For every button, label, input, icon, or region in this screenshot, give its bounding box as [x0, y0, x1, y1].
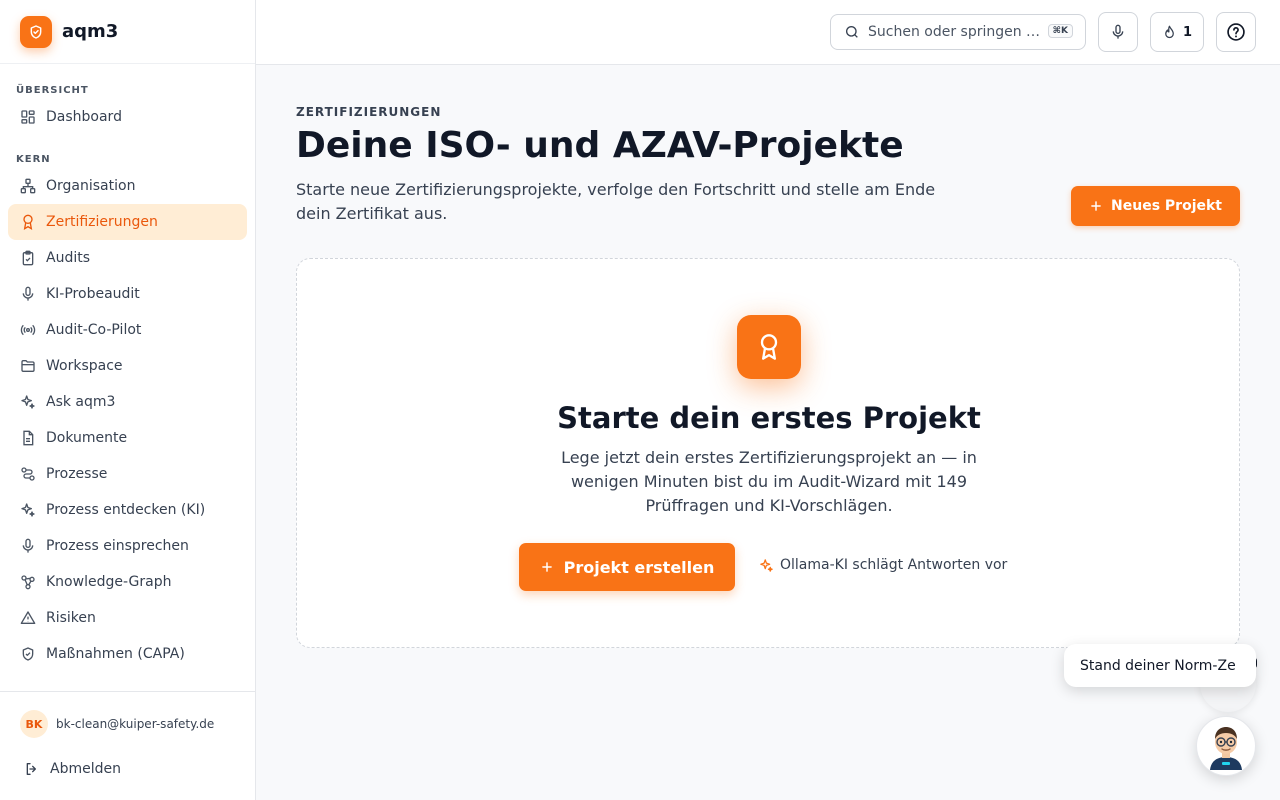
- sidebar-item-risiken[interactable]: Risiken: [8, 600, 247, 636]
- assistant-speech-bubble[interactable]: Stand deiner Norm-Ze: [1064, 644, 1256, 687]
- create-project-button[interactable]: Projekt erstellen: [519, 543, 735, 591]
- sidebar-item-label: Knowledge-Graph: [46, 574, 172, 590]
- award-icon: [20, 214, 36, 230]
- help-icon: [1226, 22, 1246, 42]
- org-chart-icon: [20, 178, 36, 194]
- sidebar-item-label: Audits: [46, 250, 91, 266]
- sidebar-nav: ÜBERSICHT Dashboard KERN Organisation Ze…: [0, 64, 255, 691]
- award-icon: [737, 315, 801, 379]
- sidebar-item-label: KI-Probeaudit: [46, 286, 140, 302]
- sidebar-item-ki-probeaudit[interactable]: KI-Probeaudit: [8, 276, 247, 312]
- plus-icon: [540, 560, 554, 574]
- sidebar: aqm3 ÜBERSICHT Dashboard KERN Organisati…: [0, 0, 256, 800]
- empty-state-text: Lege jetzt dein erstes Zertifizierungspr…: [561, 448, 977, 515]
- sidebar-item-workspace[interactable]: Workspace: [8, 348, 247, 384]
- logout-button[interactable]: Abmelden: [0, 761, 255, 777]
- dashboard-icon: [20, 109, 36, 125]
- sidebar-footer: BK bk-clean@kuiper-safety.de Abmelden: [0, 691, 255, 800]
- sidebar-item-label: Workspace: [46, 358, 123, 374]
- sidebar-item-dashboard[interactable]: Dashboard: [8, 99, 247, 135]
- new-project-button[interactable]: Neues Projekt: [1071, 186, 1240, 226]
- assistant-bubble-text: Stand deiner Norm-Ze: [1080, 657, 1236, 674]
- sidebar-item-zertifizierungen[interactable]: Zertifizierungen: [8, 204, 247, 240]
- assistant-avatar-button[interactable]: [1196, 716, 1256, 776]
- sidebar-item-label: Dokumente: [46, 430, 128, 446]
- brand[interactable]: aqm3: [0, 0, 255, 64]
- page-subtitle: Starte neue Zertifizierungsprojekte, ver…: [296, 180, 936, 223]
- empty-state-card: Starte dein erstes Projekt Lege jetzt de…: [296, 258, 1240, 648]
- sidebar-item-dokumente[interactable]: Dokumente: [8, 420, 247, 456]
- sidebar-item-label: Prozesse: [46, 466, 108, 482]
- new-project-label: Neues Projekt: [1111, 198, 1222, 214]
- page-eyebrow: ZERTIFIZIERUNGEN: [296, 105, 442, 119]
- shield-logo-icon: [20, 15, 52, 48]
- sparkles-icon: [20, 394, 36, 410]
- logout-icon: [24, 761, 40, 777]
- sparkles-icon: [759, 558, 774, 573]
- mic-icon: [1110, 24, 1126, 40]
- search-placeholder: Suchen oder springen …: [868, 24, 1041, 40]
- warning-icon: [20, 610, 36, 626]
- plus-icon: [1089, 199, 1103, 213]
- mic-icon: [20, 286, 36, 302]
- sidebar-item-audits[interactable]: Audits: [8, 240, 247, 276]
- app-name: aqm3: [62, 21, 119, 42]
- ai-hint: Ollama-KI schlägt Antworten vor: [759, 557, 1007, 573]
- sidebar-item-label: Zertifizierungen: [46, 214, 158, 230]
- route-icon: [20, 466, 36, 482]
- logout-label: Abmelden: [50, 761, 121, 777]
- network-icon: [20, 574, 36, 590]
- sidebar-item-knowledge-graph[interactable]: Knowledge-Graph: [8, 564, 247, 600]
- streak-count: 1: [1182, 24, 1193, 40]
- sidebar-item-label: Maßnahmen (CAPA): [46, 646, 185, 662]
- sidebar-item-prozess-einsprechen[interactable]: Prozess einsprechen: [8, 528, 247, 564]
- help-button[interactable]: [1216, 12, 1256, 52]
- sidebar-item-label: Audit-Co-Pilot: [46, 322, 142, 338]
- user-email: bk-clean@kuiper-safety.de: [56, 717, 215, 731]
- page-title: Deine ISO- und AZAV-Projekte: [296, 125, 904, 166]
- sidebar-item-massnahmen[interactable]: Maßnahmen (CAPA): [8, 636, 247, 672]
- sidebar-item-label: Risiken: [46, 610, 96, 626]
- ai-hint-text: Ollama-KI schlägt Antworten vor: [780, 557, 1008, 573]
- create-project-label: Projekt erstellen: [563, 557, 715, 577]
- sidebar-item-prozesse[interactable]: Prozesse: [8, 456, 247, 492]
- sidebar-item-ask-aqm3[interactable]: Ask aqm3: [8, 384, 247, 420]
- section-label-core: KERN: [16, 154, 51, 165]
- streak-button[interactable]: 1: [1150, 12, 1204, 52]
- sidebar-item-label: Prozess entdecken (KI): [46, 502, 206, 518]
- sidebar-item-label: Prozess einsprechen: [46, 538, 189, 554]
- user-profile[interactable]: BK bk-clean@kuiper-safety.de: [0, 710, 255, 738]
- sidebar-item-audit-co-pilot[interactable]: Audit-Co-Pilot: [8, 312, 247, 348]
- sidebar-item-prozess-entdecken[interactable]: Prozess entdecken (KI): [8, 492, 247, 528]
- clipboard-check-icon: [20, 250, 36, 266]
- sidebar-item-label: Ask aqm3: [46, 394, 116, 410]
- search-shortcut: ⌘K: [1047, 24, 1073, 38]
- search-icon: [844, 24, 860, 40]
- voice-button[interactable]: [1098, 12, 1138, 52]
- mic-icon: [20, 538, 36, 554]
- radio-icon: [20, 322, 36, 338]
- sidebar-item-label: Organisation: [46, 178, 136, 194]
- sidebar-item-label: Dashboard: [46, 109, 122, 125]
- sparkles-icon: [20, 502, 36, 518]
- topbar: Suchen oder springen … ⌘K 1: [256, 0, 1280, 65]
- search-input[interactable]: Suchen oder springen … ⌘K: [830, 14, 1086, 50]
- assistant-avatar-icon: [1204, 722, 1248, 770]
- document-icon: [20, 430, 36, 446]
- folder-icon: [20, 358, 36, 374]
- section-label-overview: ÜBERSICHT: [16, 85, 89, 96]
- empty-state-title: Starte dein erstes Projekt: [557, 401, 981, 435]
- sidebar-item-organisation[interactable]: Organisation: [8, 168, 247, 204]
- avatar: BK: [20, 710, 48, 738]
- shield-check-icon: [20, 646, 36, 662]
- flame-icon: [1162, 25, 1177, 40]
